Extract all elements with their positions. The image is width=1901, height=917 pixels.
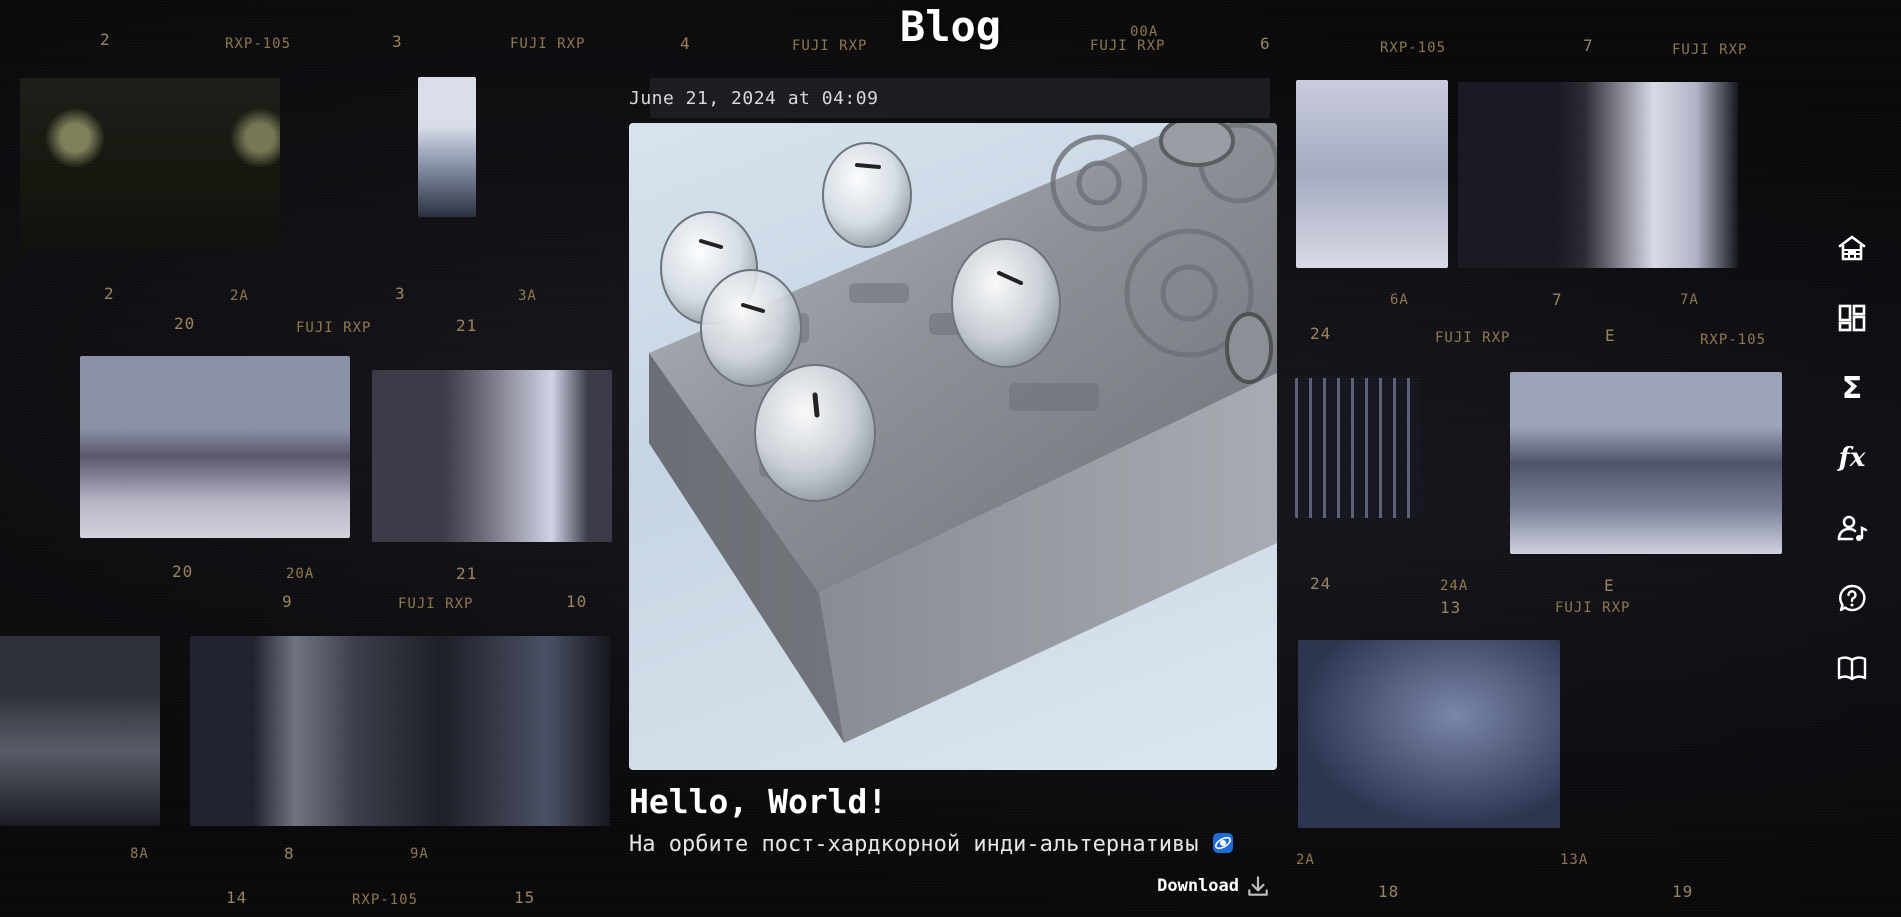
book-icon	[1837, 656, 1867, 681]
post-subtitle-text: На орбите пост-хардкорной инди-альтернат…	[629, 832, 1199, 857]
film-label: 9A	[410, 846, 429, 862]
download-button[interactable]: Download	[1157, 873, 1271, 899]
dashboard-icon	[1838, 304, 1866, 332]
film-label: E	[1604, 576, 1615, 595]
nav-home[interactable]	[1834, 230, 1870, 266]
bg-photo	[80, 356, 350, 538]
film-label: 21	[456, 564, 478, 583]
sigma-icon: Σ	[1841, 370, 1863, 406]
film-label: 2A	[230, 288, 249, 304]
film-label: 7A	[1680, 292, 1699, 308]
film-label: 15	[514, 888, 536, 907]
film-label: 6A	[1390, 292, 1409, 308]
post-date: June 21, 2024 at 04:09	[629, 88, 879, 109]
nav-dashboard[interactable]	[1834, 300, 1870, 336]
function-icon: fx	[1838, 443, 1866, 473]
film-label: 24	[1310, 574, 1332, 593]
nav-help[interactable]	[1834, 580, 1870, 616]
download-label: Download	[1157, 876, 1239, 896]
home-icon	[1838, 235, 1866, 261]
nav-function[interactable]: fx	[1834, 440, 1870, 476]
film-label: 20	[172, 562, 194, 581]
nav-user-music[interactable]	[1834, 510, 1870, 546]
film-label: 13A	[1560, 852, 1589, 868]
post-image[interactable]	[629, 123, 1277, 770]
film-label: FUJI RXP	[1555, 600, 1631, 616]
film-label: 18	[1378, 882, 1400, 901]
film-label: RXP-105	[1700, 332, 1767, 348]
side-nav: Σ fx	[1830, 230, 1874, 686]
film-label: 8	[284, 844, 295, 863]
bg-photo	[1295, 378, 1421, 518]
film-label: 21	[456, 316, 478, 335]
help-icon	[1839, 584, 1866, 612]
bg-photo	[0, 636, 160, 826]
film-label: 14	[226, 888, 248, 907]
nav-book[interactable]	[1834, 650, 1870, 686]
bg-photo	[1458, 82, 1738, 268]
bg-photo	[372, 370, 612, 542]
user-music-icon	[1837, 515, 1868, 541]
bg-photo	[1296, 80, 1448, 268]
film-label: RXP-105	[352, 892, 419, 908]
bg-photo	[418, 77, 476, 217]
film-label: 2	[104, 284, 115, 303]
page: 2 RXP-105 3 FUJI RXP 4 FUJI RXP 00A FUJI…	[0, 0, 1901, 917]
nav-sigma[interactable]: Σ	[1834, 370, 1870, 406]
film-label: 20A	[286, 566, 315, 582]
film-label: FUJI RXP	[296, 320, 372, 336]
film-label: 3	[395, 284, 406, 303]
film-label: 19	[1672, 882, 1694, 901]
bg-photo	[20, 78, 280, 248]
film-label: 8A	[130, 846, 149, 862]
film-label: FUJI RXP	[1435, 330, 1511, 346]
film-label: 3A	[518, 288, 537, 304]
post-title[interactable]: Hello, World!	[629, 782, 1277, 822]
download-icon	[1248, 876, 1268, 896]
film-label: 13	[1440, 598, 1462, 617]
film-label: 9	[282, 592, 293, 611]
guitar-pedal-illustration	[649, 123, 1277, 743]
film-label: FUJI RXP	[398, 596, 474, 612]
film-label: 7	[1552, 290, 1563, 309]
bg-photo	[1510, 372, 1782, 554]
post-subtitle: На орбите пост-хардкорной инди-альтернат…	[629, 830, 1277, 860]
blog-post: June 21, 2024 at 04:09 Hello, World! На …	[629, 84, 1277, 896]
film-label: E	[1605, 326, 1616, 345]
film-label: 24	[1310, 324, 1332, 343]
film-label: 2A	[1296, 852, 1315, 868]
bg-photo	[190, 636, 610, 826]
orbit-emoji-icon	[1212, 833, 1233, 853]
film-label: 24A	[1440, 578, 1469, 594]
film-label: 10	[566, 592, 588, 611]
page-title: Blog	[899, 2, 1002, 51]
film-label: 20	[174, 314, 196, 333]
bg-photo	[1298, 640, 1560, 828]
